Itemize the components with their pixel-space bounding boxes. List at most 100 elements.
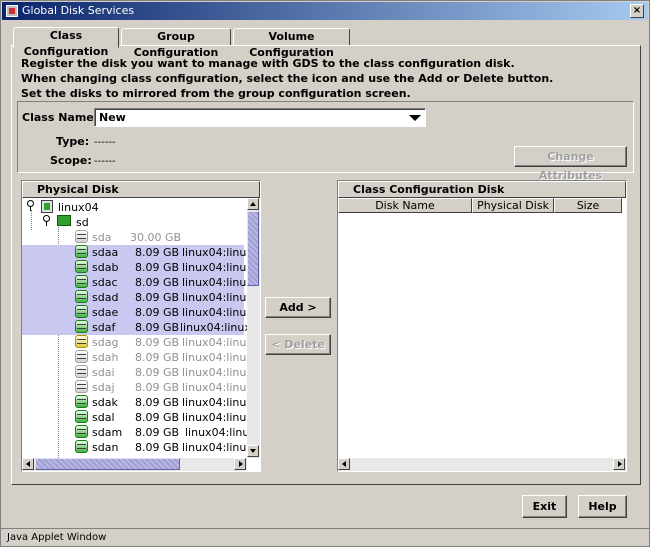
disk-size: 30.00 GB [130, 231, 182, 244]
disk-node: linux04:linux05 [182, 336, 248, 349]
disk-row-sdam[interactable]: sdam 8.09 GB linux04:linux0 [22, 425, 248, 440]
expand-icon[interactable] [42, 215, 51, 226]
disk-size: 8.09 GB [135, 261, 180, 274]
disk-name: sda [92, 231, 112, 244]
disk-row-sdab[interactable]: sdab 8.09 GBlinux04:linux05 [22, 260, 248, 275]
applet-window: Global Disk Services × Class Configurati… [0, 0, 650, 547]
status-bar: Java Applet Window [1, 528, 649, 546]
arrow-left-icon [26, 461, 30, 467]
scroll-thumb[interactable] [247, 211, 259, 286]
change-attributes-button[interactable]: Change Attributes [514, 146, 627, 182]
disk-row-sdah[interactable]: sdah 8.09 GBlinux04:linux05 [22, 350, 248, 365]
class-name-label: Class Name: [22, 111, 99, 124]
disk-row-sdai[interactable]: sdai 8.09 GBlinux04:linux05 [22, 365, 248, 380]
disk-row-sda[interactable]: sda 30.00 GB [22, 230, 244, 245]
disk-row-sdaj[interactable]: sdaj 8.09 GBlinux04:linux05 [22, 380, 248, 395]
tab-class-configuration[interactable]: Class Configuration [13, 27, 119, 58]
disk-node: linux04:linux05 [182, 381, 248, 394]
help-button[interactable]: Help [578, 495, 627, 518]
disk-name: sdac [92, 276, 118, 289]
disk-icon [75, 305, 88, 318]
instruction-line: When changing class configuration, selec… [21, 72, 554, 85]
column-header-disk-name[interactable]: Disk Name [338, 198, 472, 213]
type-value: ------ [94, 137, 116, 148]
tab-group-configuration[interactable]: Group Configuration [121, 28, 231, 59]
physical-disk-vscrollbar[interactable] [247, 198, 260, 458]
disk-row-sdag[interactable]: sdag 8.09 GBlinux04:linux05 [22, 335, 248, 350]
scroll-right-button[interactable] [613, 458, 625, 470]
scroll-down-button[interactable] [247, 445, 259, 457]
disk-row-sdaf[interactable]: sdaf 8.09 GBlinux04:linux05 [22, 320, 248, 335]
column-header-physical-disk[interactable]: Physical Disk [472, 198, 554, 213]
disk-icon [75, 350, 88, 363]
disk-name: sdae [92, 306, 119, 319]
add-button[interactable]: Add > [265, 297, 331, 318]
disk-size: 8.09 GB [135, 321, 180, 334]
arrow-left-icon [342, 461, 346, 467]
disk-name: sdan [92, 441, 119, 454]
disk-name: sdam [92, 426, 123, 439]
disk-name: sdad [92, 291, 119, 304]
delete-button[interactable]: < Delete [265, 334, 331, 355]
disk-node: linux04:linux05 [182, 276, 248, 289]
close-button[interactable]: × [630, 4, 644, 18]
instructions: Register the disk you want to manage wit… [21, 56, 553, 101]
tree-node-linux04[interactable]: linux04 [22, 200, 244, 215]
disk-icon [75, 245, 88, 258]
disk-name: sdal [92, 411, 115, 424]
column-header-size[interactable]: Size [554, 198, 622, 213]
disk-row-sdan[interactable]: sdan 8.09 GBlinux04:linux05 [22, 440, 248, 455]
scroll-left-button[interactable] [22, 458, 34, 470]
disk-size: 8.09 GB [135, 366, 180, 379]
table-header: Disk Name Physical Disk Size [338, 198, 626, 213]
disk-row-sdak[interactable]: sdak 8.09 GBlinux04:linux05 [22, 395, 248, 410]
disk-node: linux04:linux05 [182, 411, 248, 424]
disk-row-sdal[interactable]: sdal 8.09 GBlinux04:linux05 [22, 410, 248, 425]
type-label: Type: [56, 135, 90, 148]
disk-group-icon [57, 215, 71, 226]
disk-size: 8.09 GB [135, 381, 180, 394]
disk-name: sdaf [92, 321, 116, 334]
node-label: linux04 [58, 201, 99, 214]
expand-icon[interactable] [26, 200, 35, 211]
disk-size: 8.09 GB [135, 276, 180, 289]
disk-row-sdaa[interactable]: sdaa 8.09 GBlinux04:linux05 [22, 245, 248, 260]
physical-disk-hscrollbar[interactable] [22, 458, 247, 471]
disk-icon [75, 365, 88, 378]
arrow-up-icon [250, 202, 256, 206]
disk-size: 8.09 GB [135, 441, 180, 454]
disk-icon [75, 290, 88, 303]
exit-button[interactable]: Exit [522, 495, 567, 518]
disk-icon [75, 440, 88, 453]
disk-size: 8.09 GB [135, 351, 180, 364]
disk-row-sdad[interactable]: sdad 8.09 GBlinux04:linux05 [22, 290, 248, 305]
disk-node: linux04:linux0 [185, 426, 248, 439]
disk-size: 8.09 GB [135, 426, 180, 439]
class-config-disk-table[interactable] [338, 213, 626, 458]
tree-node-sd[interactable]: sd [22, 215, 244, 230]
scope-label: Scope: [50, 154, 92, 167]
app-icon [6, 5, 18, 17]
disk-size: 8.09 GB [135, 411, 180, 424]
disk-row-sdae[interactable]: sdae 8.09 GBlinux04:linux05 [22, 305, 248, 320]
scroll-thumb[interactable] [35, 458, 180, 470]
disk-node: linux04:linux05 [182, 441, 248, 454]
arrow-right-icon [618, 461, 622, 467]
physical-disk-tree[interactable]: linux04 sd sda 30.00 GB sdaa 8.09 GB linux04… [22, 198, 248, 458]
scroll-left-button[interactable] [338, 458, 350, 470]
class-config-hscrollbar[interactable] [338, 458, 626, 471]
disk-node: linux04:linux05 [180, 321, 248, 334]
tab-volume-configuration[interactable]: Volume Configuration [233, 28, 350, 59]
title-bar: Global Disk Services × [2, 2, 648, 20]
disk-icon [75, 410, 88, 423]
group-label: sd [76, 216, 89, 229]
arrow-down-icon [250, 449, 256, 453]
disk-size: 8.09 GB [135, 291, 180, 304]
scroll-right-button[interactable] [234, 458, 246, 470]
scroll-up-button[interactable] [247, 198, 259, 210]
disk-size: 8.09 GB [135, 336, 180, 349]
class-name-select[interactable]: New [94, 108, 426, 127]
disk-row-sdac[interactable]: sdac 8.09 GBlinux04:linux05 [22, 275, 248, 290]
disk-name: sdaa [92, 246, 119, 259]
class-name-value: New [99, 111, 126, 124]
